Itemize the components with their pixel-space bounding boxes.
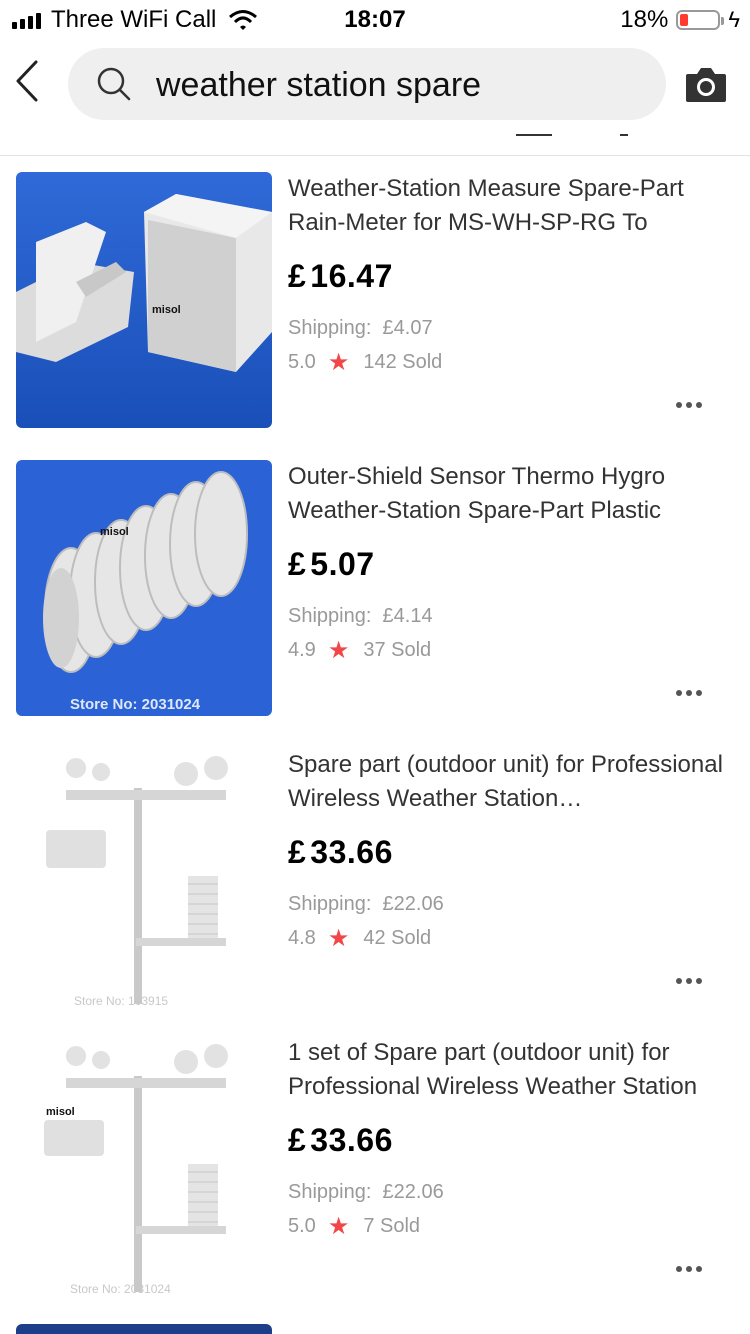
battery-percent: 18%: [620, 6, 669, 33]
carrier-label: Three WiFi Call: [51, 6, 217, 33]
charging-icon: ϟ: [728, 7, 740, 32]
back-arrow-icon[interactable]: [12, 58, 48, 104]
rating-value: 4.8: [288, 927, 316, 949]
rating-row: 5.0 ★ 142 Sold: [288, 348, 738, 377]
star-icon: ★: [327, 637, 350, 664]
more-options-icon[interactable]: [676, 978, 702, 986]
rating-value: 5.0: [288, 1215, 316, 1237]
status-bar: Three WiFi Call 18:07 18% ϟ: [0, 0, 750, 40]
next-product-card-partial[interactable]: [0, 1324, 750, 1334]
shipping-info: Shipping: £22.06: [288, 893, 444, 915]
image-store-watermark: Store No: 103915: [74, 994, 169, 1008]
rating-row: 4.9 ★ 37 Sold: [288, 636, 738, 665]
rating-row: 5.0 ★ 7 Sold: [288, 1212, 738, 1241]
product-title[interactable]: 1 set of Spare part (outdoor unit) for P…: [288, 1036, 738, 1104]
product-price: £33.66: [288, 834, 393, 870]
product-image[interactable]: [16, 460, 272, 716]
sold-count: 37 Sold: [363, 639, 432, 661]
product-list: misol Weather-Station Measure Spare-Part…: [0, 156, 750, 1308]
filter-bar-edge: [516, 134, 628, 136]
wifi-icon: [229, 10, 258, 30]
image-watermark: misol: [100, 526, 129, 538]
product-title[interactable]: Outer-Shield Sensor Thermo Hygro Weather…: [288, 460, 738, 528]
status-left: Three WiFi Call: [12, 6, 258, 34]
product-card[interactable]: misol Store No: 2031024 1 set of Spare p…: [0, 1020, 750, 1308]
product-price: £5.07: [288, 546, 375, 582]
product-info: Weather-Station Measure Spare-Part Rain-…: [288, 172, 738, 377]
rating-value: 5.0: [288, 351, 316, 373]
image-store-watermark: Store No: 2031024: [70, 1282, 171, 1296]
product-image[interactable]: [16, 172, 272, 428]
search-icon: [97, 67, 131, 101]
star-icon: ★: [327, 925, 350, 952]
shipping-info: Shipping: £4.14: [288, 605, 433, 627]
rating-row: 4.8 ★ 42 Sold: [288, 924, 738, 953]
product-info: Outer-Shield Sensor Thermo Hygro Weather…: [288, 460, 738, 665]
product-title[interactable]: Weather-Station Measure Spare-Part Rain-…: [288, 172, 738, 240]
status-right: 18% ϟ: [620, 6, 740, 34]
sold-count: 7 Sold: [363, 1215, 421, 1237]
search-header: weather station spare: [0, 40, 750, 156]
image-watermark: misol: [46, 1106, 75, 1118]
shipping-info: Shipping: £4.07: [288, 317, 433, 339]
camera-icon[interactable]: [684, 64, 728, 104]
product-image[interactable]: [16, 748, 272, 1004]
sold-count: 142 Sold: [363, 351, 443, 373]
product-price: £33.66: [288, 1122, 393, 1158]
product-title[interactable]: Spare part (outdoor unit) for Profession…: [288, 748, 738, 816]
more-options-icon[interactable]: [676, 402, 702, 410]
product-info: Spare part (outdoor unit) for Profession…: [288, 748, 738, 953]
more-options-icon[interactable]: [676, 1266, 702, 1274]
star-icon: ★: [327, 1213, 350, 1240]
search-input[interactable]: weather station spare: [156, 66, 481, 105]
product-image[interactable]: [16, 1036, 272, 1292]
image-store-watermark: Store No: 2031024: [70, 696, 201, 713]
sold-count: 42 Sold: [363, 927, 432, 949]
product-image-partial[interactable]: [16, 1324, 272, 1334]
rating-value: 4.9: [288, 639, 316, 661]
star-icon: ★: [327, 349, 350, 376]
product-card[interactable]: Store No: 103915 Spare part (outdoor uni…: [0, 732, 750, 1020]
more-options-icon[interactable]: [676, 690, 702, 698]
product-card[interactable]: misol Weather-Station Measure Spare-Part…: [0, 156, 750, 444]
battery-icon: [676, 10, 725, 30]
search-bar[interactable]: weather station spare: [68, 48, 666, 120]
product-card[interactable]: misol Store No: 2031024 Outer-Shield Sen…: [0, 444, 750, 732]
image-watermark: misol: [152, 304, 181, 316]
product-price: £16.47: [288, 258, 393, 294]
shipping-info: Shipping: £22.06: [288, 1181, 444, 1203]
product-info: 1 set of Spare part (outdoor unit) for P…: [288, 1036, 738, 1241]
signal-icon: [12, 11, 41, 29]
